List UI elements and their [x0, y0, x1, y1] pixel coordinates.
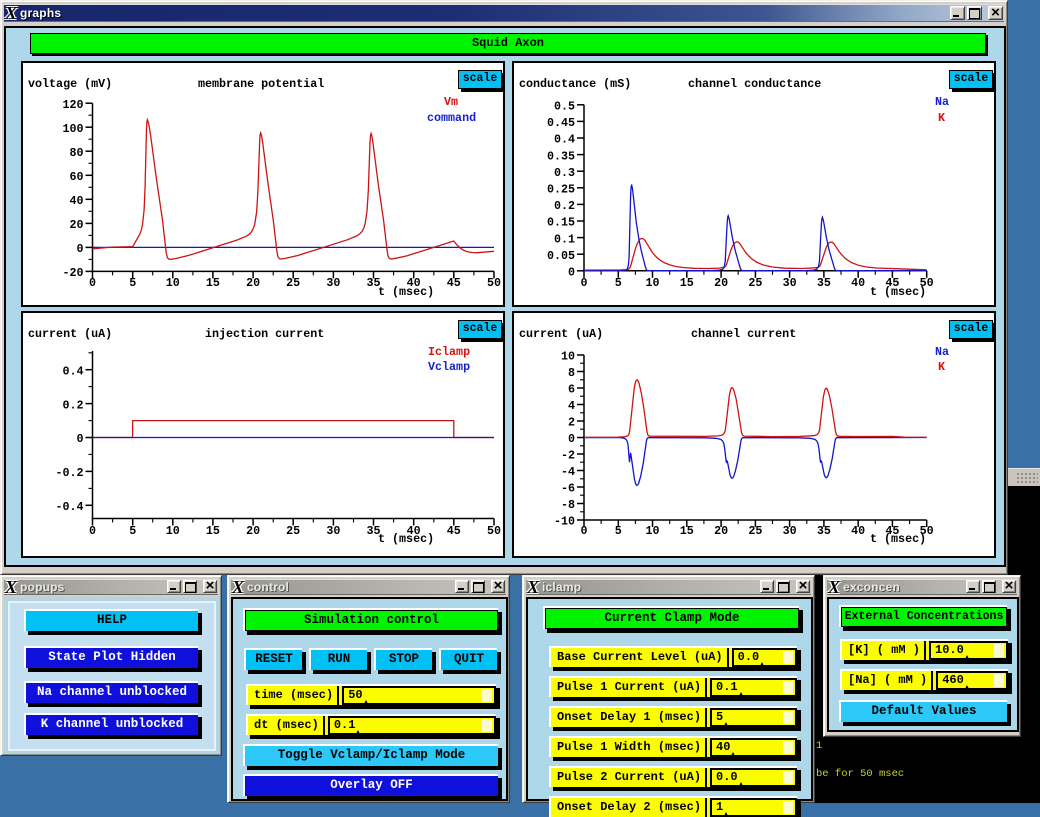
svg-text:40: 40	[69, 194, 83, 208]
svg-text:20: 20	[714, 276, 728, 290]
svg-text:25: 25	[748, 276, 762, 290]
svg-text:25: 25	[286, 524, 300, 538]
svg-text:0.15: 0.15	[547, 216, 575, 230]
svg-text:15: 15	[206, 276, 220, 290]
svg-text:25: 25	[286, 276, 300, 290]
svg-text:-6: -6	[561, 482, 575, 496]
svg-text:20: 20	[246, 524, 260, 538]
svg-text:-0.4: -0.4	[55, 500, 83, 514]
svg-text:30: 30	[326, 524, 340, 538]
svg-text:0.45: 0.45	[547, 116, 575, 130]
svg-text:10: 10	[166, 524, 180, 538]
svg-text:35: 35	[817, 524, 831, 538]
svg-text:8: 8	[568, 366, 575, 380]
svg-text:0: 0	[568, 432, 575, 446]
svg-text:50: 50	[487, 524, 501, 538]
svg-text:45: 45	[447, 276, 461, 290]
svg-text:-2: -2	[561, 449, 575, 463]
svg-text:6: 6	[568, 383, 575, 397]
svg-text:100: 100	[62, 122, 83, 136]
svg-text:15: 15	[206, 524, 220, 538]
svg-text:80: 80	[69, 146, 83, 160]
svg-text:5: 5	[129, 524, 136, 538]
svg-text:30: 30	[326, 276, 340, 290]
svg-text:20: 20	[69, 218, 83, 232]
svg-text:t (msec): t (msec)	[378, 285, 434, 299]
svg-text:t (msec): t (msec)	[378, 532, 434, 546]
svg-text:0: 0	[89, 524, 96, 538]
svg-text:10: 10	[166, 276, 180, 290]
svg-text:0.3: 0.3	[554, 166, 575, 180]
svg-text:20: 20	[714, 524, 728, 538]
svg-text:0.4: 0.4	[62, 364, 83, 378]
svg-text:0: 0	[568, 266, 575, 280]
svg-text:-8: -8	[561, 498, 575, 512]
svg-text:t (msec): t (msec)	[870, 285, 926, 299]
svg-text:35: 35	[817, 276, 831, 290]
svg-text:10: 10	[561, 350, 575, 364]
svg-text:50: 50	[487, 276, 501, 290]
svg-text:60: 60	[69, 170, 83, 184]
svg-text:20: 20	[246, 276, 260, 290]
svg-text:10: 10	[645, 276, 659, 290]
svg-text:t (msec): t (msec)	[870, 532, 926, 546]
svg-text:-4: -4	[561, 465, 575, 479]
svg-text:5: 5	[615, 524, 622, 538]
svg-text:0.25: 0.25	[547, 183, 575, 197]
svg-text:4: 4	[568, 399, 575, 413]
svg-text:10: 10	[645, 524, 659, 538]
svg-text:40: 40	[851, 524, 865, 538]
svg-text:30: 30	[783, 524, 797, 538]
svg-text:15: 15	[680, 276, 694, 290]
svg-text:0.1: 0.1	[554, 232, 575, 246]
svg-text:0: 0	[580, 276, 587, 290]
svg-text:0: 0	[76, 242, 83, 256]
svg-text:5: 5	[129, 276, 136, 290]
svg-text:0.2: 0.2	[62, 398, 83, 412]
svg-text:0.4: 0.4	[554, 133, 575, 147]
svg-text:-20: -20	[62, 266, 83, 280]
svg-text:0: 0	[580, 524, 587, 538]
svg-text:-10: -10	[554, 515, 575, 529]
svg-text:25: 25	[748, 524, 762, 538]
svg-text:0: 0	[76, 432, 83, 446]
svg-text:0.2: 0.2	[554, 199, 575, 213]
svg-text:0.5: 0.5	[554, 100, 575, 114]
svg-text:2: 2	[568, 416, 575, 430]
svg-text:-0.2: -0.2	[55, 466, 83, 480]
svg-text:120: 120	[62, 98, 83, 112]
svg-text:0.05: 0.05	[547, 249, 575, 263]
svg-text:5: 5	[615, 276, 622, 290]
svg-text:15: 15	[680, 524, 694, 538]
svg-text:0.35: 0.35	[547, 149, 575, 163]
svg-text:0: 0	[89, 276, 96, 290]
svg-text:40: 40	[851, 276, 865, 290]
svg-text:45: 45	[447, 524, 461, 538]
svg-text:30: 30	[783, 276, 797, 290]
